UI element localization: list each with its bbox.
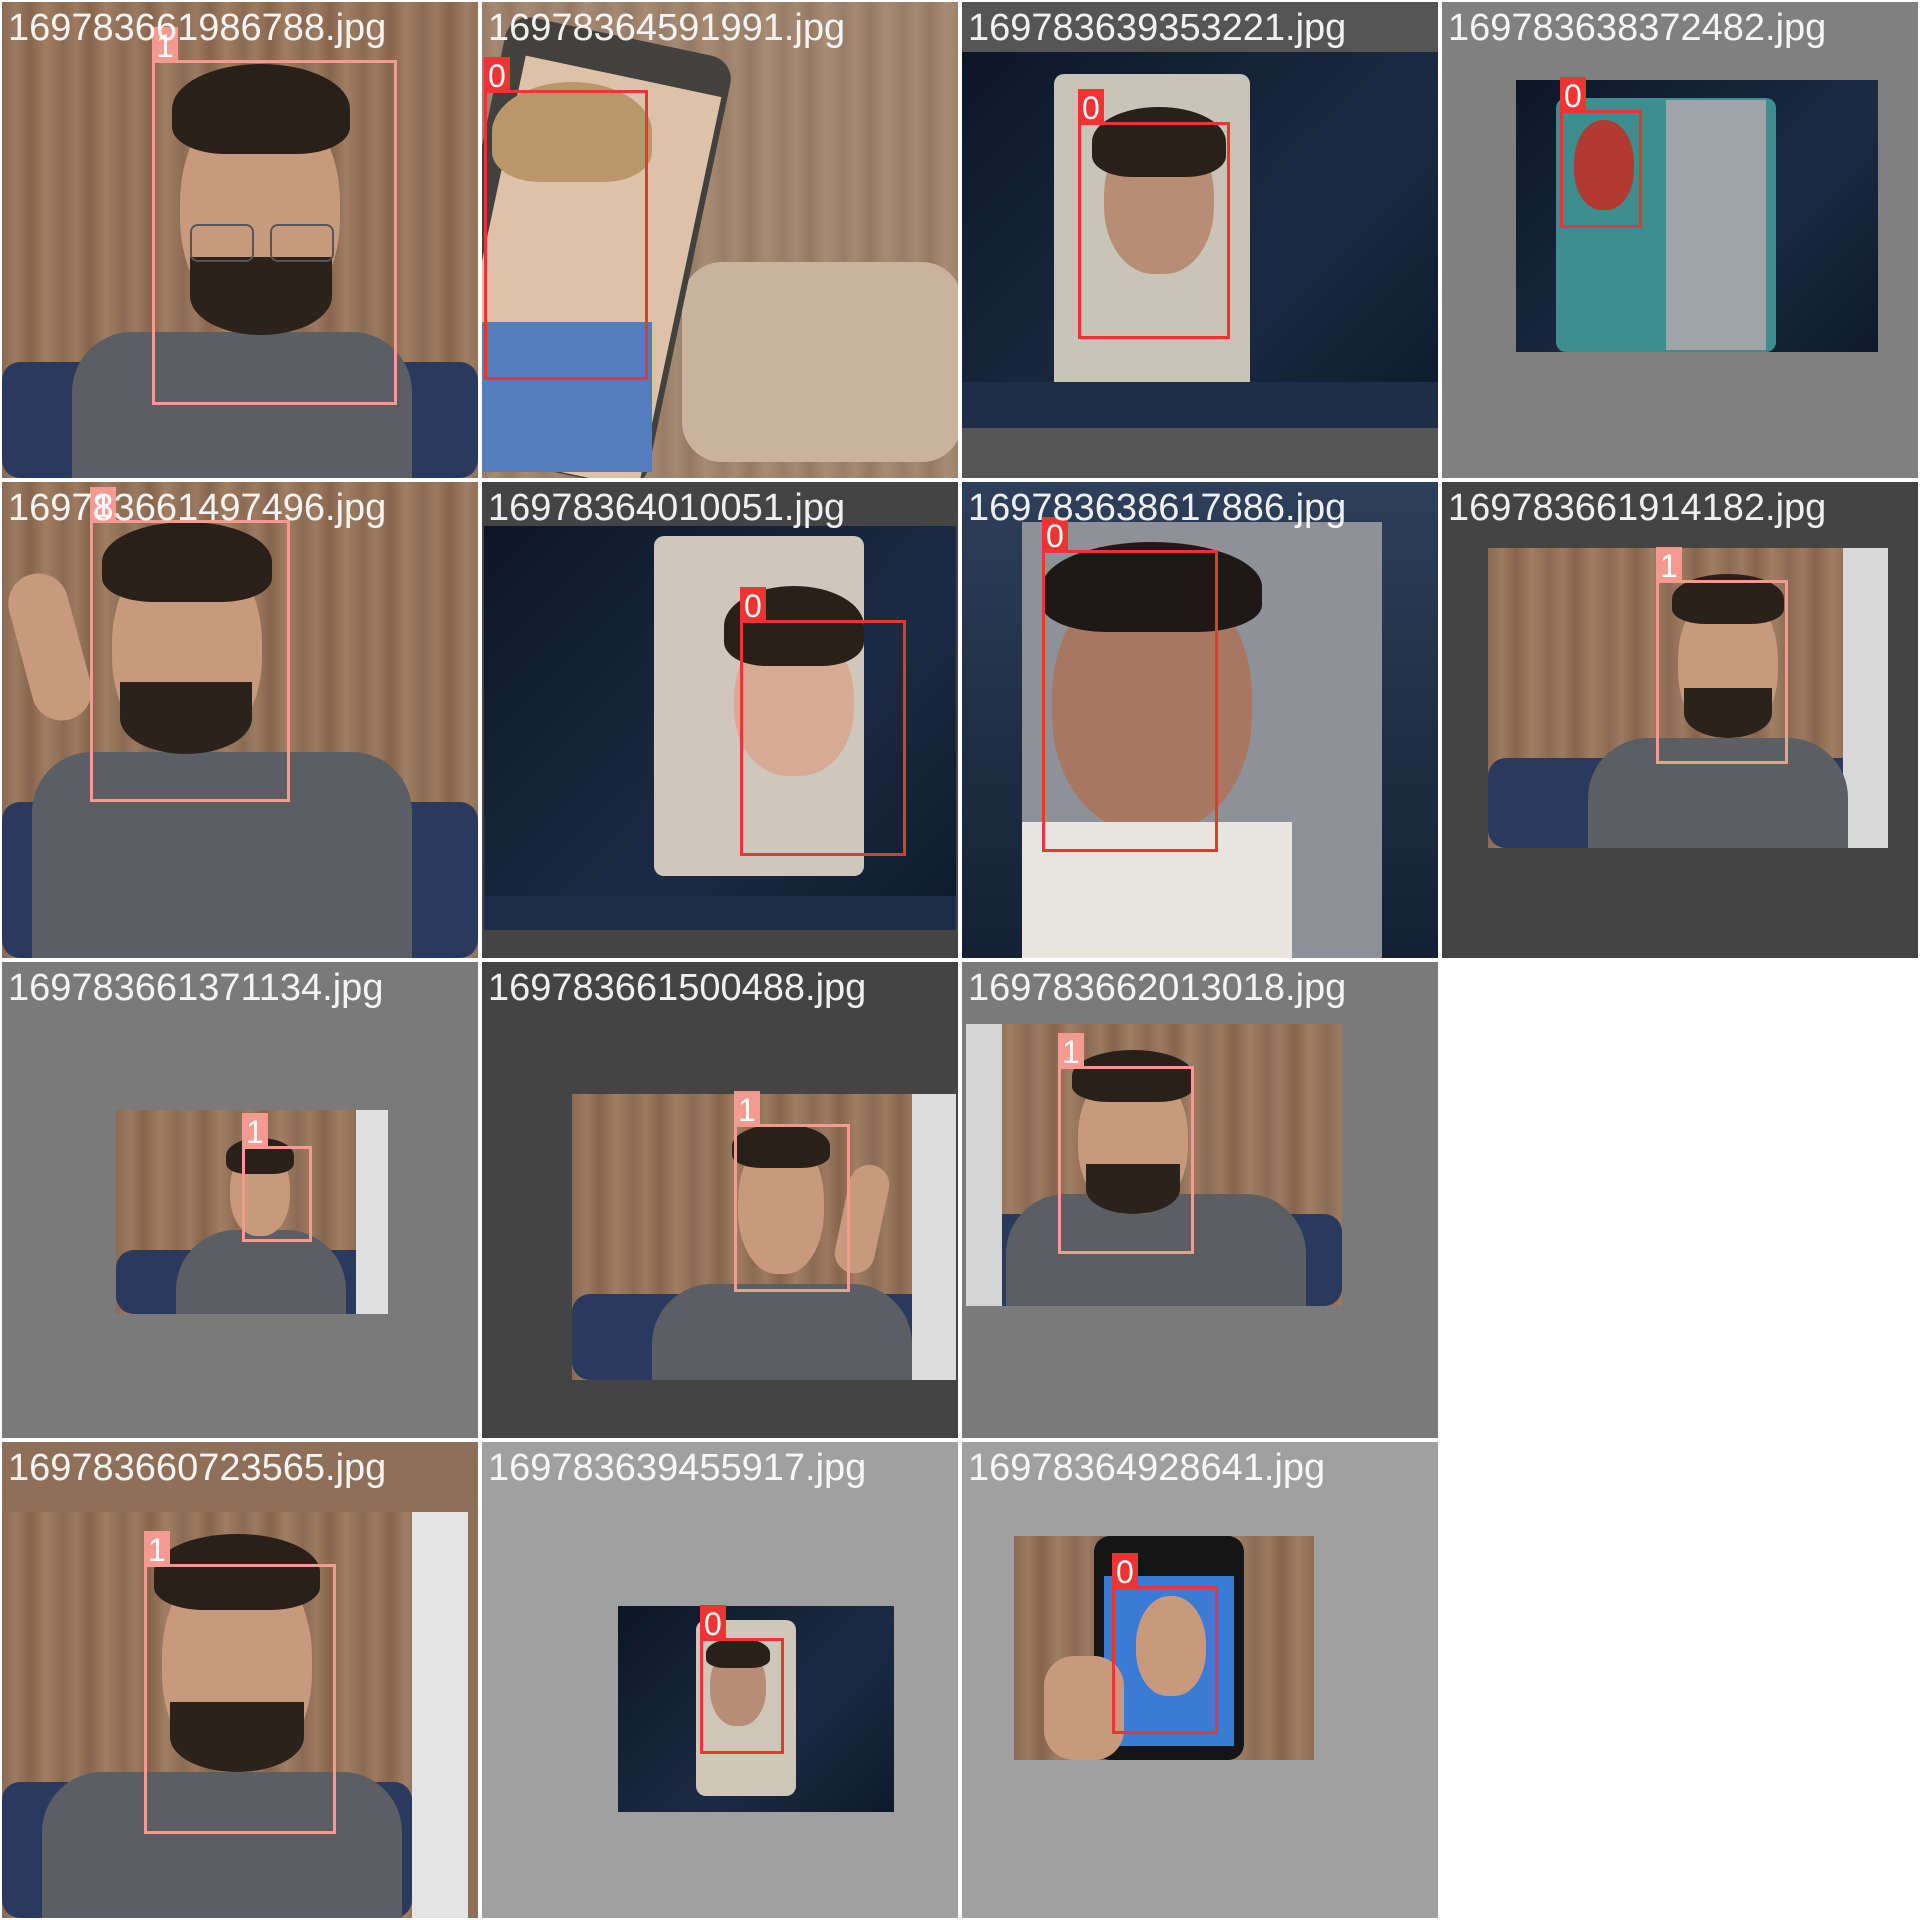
face-bbox: 1 <box>90 487 290 802</box>
image-tile[interactable]: 169783661986788.jpg 1 <box>2 2 478 478</box>
class-label: 1 <box>242 1113 268 1150</box>
filename-label: 169783639353221.jpg <box>968 7 1347 49</box>
face-bbox: 1 <box>242 1113 312 1242</box>
face-bbox: 1 <box>1058 1033 1194 1254</box>
class-label: 0 <box>700 1605 726 1642</box>
filename-label: 169783661986788.jpg <box>8 7 387 49</box>
filename-label: 169783660723565.jpg <box>8 1447 387 1489</box>
image-tile[interactable]: 169783639455917.jpg 0 <box>482 1442 958 1918</box>
class-label: 0 <box>484 57 510 94</box>
class-label: 1 <box>1656 547 1682 584</box>
filename-label: 16978364928641.jpg <box>968 1447 1326 1489</box>
face-bbox: 0 <box>1042 517 1218 852</box>
filename-label: 169783638372482.jpg <box>1448 7 1827 49</box>
image-tile[interactable]: 16978364010051.jpg 0 <box>482 482 958 958</box>
face-bbox: 0 <box>1560 77 1642 228</box>
class-label: 0 <box>1112 1553 1138 1590</box>
face-bbox: 0 <box>484 57 648 380</box>
class-label: 0 <box>740 587 766 624</box>
image-tile[interactable]: 169783661497496.jpg 1 <box>2 482 478 958</box>
face-bbox: 1 <box>144 1531 336 1834</box>
class-label: 0 <box>1078 89 1104 126</box>
image-tile[interactable]: 169783661371134.jpg 1 <box>2 962 478 1438</box>
filename-label: 16978364591991.jpg <box>488 7 846 49</box>
face-bbox: 1 <box>734 1091 850 1292</box>
image-grid: 169783661986788.jpg 1 16978364591991.jpg… <box>0 0 1920 1920</box>
face-bbox: 1 <box>1656 547 1788 764</box>
image-tile[interactable]: 169783639353221.jpg 0 <box>962 2 1438 478</box>
image-tile[interactable]: 169783660723565.jpg 1 <box>2 1442 478 1918</box>
filename-label: 169783639455917.jpg <box>488 1447 867 1489</box>
class-label: 1 <box>734 1091 760 1128</box>
image-tile[interactable]: 16978364591991.jpg 0 <box>482 2 958 478</box>
image-tile[interactable]: 16978364928641.jpg 0 <box>962 1442 1438 1918</box>
class-label: 1 <box>1058 1033 1084 1070</box>
face-bbox: 0 <box>1112 1553 1218 1734</box>
class-label: 0 <box>1560 77 1586 114</box>
filename-label: 169783661914182.jpg <box>1448 487 1827 529</box>
filename-label: 169783661500488.jpg <box>488 967 867 1009</box>
class-label: 1 <box>144 1531 170 1568</box>
filename-label: 169783662013018.jpg <box>968 967 1347 1009</box>
image-tile[interactable]: 169783638372482.jpg 0 <box>1442 2 1918 478</box>
face-bbox: 1 <box>152 27 397 405</box>
filename-label: 169783661371134.jpg <box>8 967 384 1009</box>
filename-label: 169783661497496.jpg <box>8 487 387 529</box>
image-tile[interactable]: 169783662013018.jpg 1 <box>962 962 1438 1438</box>
filename-label: 169783638617886.jpg <box>968 487 1347 529</box>
filename-label: 16978364010051.jpg <box>488 487 846 529</box>
image-tile[interactable]: 169783661500488.jpg 1 <box>482 962 958 1438</box>
face-bbox: 0 <box>700 1605 784 1754</box>
image-tile[interactable]: 169783661914182.jpg 1 <box>1442 482 1918 958</box>
face-bbox: 0 <box>1078 89 1230 339</box>
image-tile[interactable]: 169783638617886.jpg 0 <box>962 482 1438 958</box>
face-bbox: 0 <box>740 587 906 856</box>
